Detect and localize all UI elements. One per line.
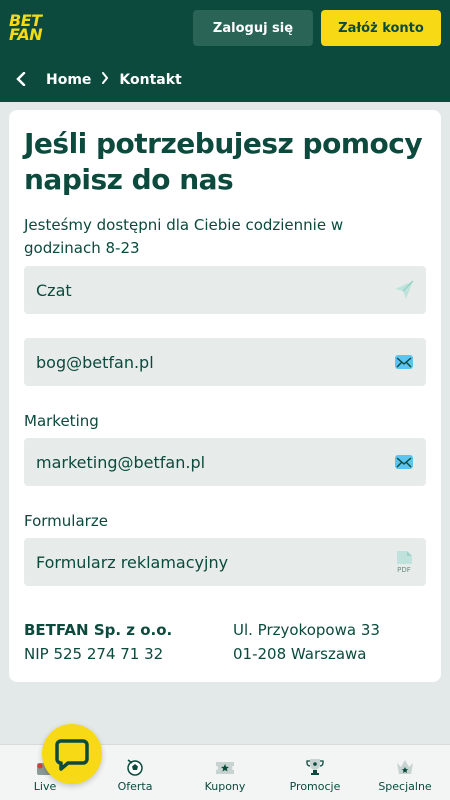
ticket-icon	[215, 757, 235, 777]
breadcrumb-separator-icon	[101, 72, 109, 88]
ball-icon	[125, 757, 145, 777]
trophy-icon	[305, 757, 325, 777]
nav-label: Specjalne	[378, 780, 432, 793]
breadcrumb: Home Kontakt	[0, 58, 450, 102]
nav-item-specjalne[interactable]: Specjalne	[360, 745, 450, 800]
pdf-badge-text: PDF	[397, 566, 411, 574]
chat-bubble-icon	[55, 739, 89, 771]
address-street: Ul. Przyokopowa 33	[233, 621, 380, 639]
email-field[interactable]: bog@betfan.pl	[24, 338, 426, 386]
marketing-email-value: marketing@betfan.pl	[36, 452, 206, 472]
register-button[interactable]: Załóż konto	[321, 10, 441, 46]
company-address: Ul. Przyokopowa 33 01-208 Warszawa	[233, 618, 380, 666]
back-chevron-icon[interactable]	[16, 71, 36, 90]
forms-label: Formularze	[24, 512, 108, 530]
email-value: bog@betfan.pl	[36, 352, 154, 372]
breadcrumb-current: Kontakt	[119, 72, 182, 88]
login-button[interactable]: Zaloguj się	[193, 10, 313, 46]
top-bar: BET FAN Zaloguj się Załóż konto	[0, 0, 450, 58]
contact-card: Jeśli potrzebujesz pomocy napisz do nas …	[9, 110, 441, 682]
chat-support-button[interactable]	[42, 724, 102, 784]
mail-icon	[394, 452, 414, 472]
chat-field[interactable]: Czat	[24, 266, 426, 314]
nav-item-promocje[interactable]: Promocje	[270, 745, 360, 800]
complaint-form-field[interactable]: Formularz reklamacyjny PDF	[24, 538, 426, 586]
nav-item-oferta[interactable]: Oferta	[90, 745, 180, 800]
company-name: BETFAN Sp. z o.o.	[24, 621, 173, 639]
nav-label: Oferta	[117, 780, 153, 793]
complaint-form-label: Formularz reklamacyjny	[36, 552, 229, 572]
nav-label: Promocje	[289, 780, 341, 793]
nav-label: Kupony	[204, 780, 246, 793]
marketing-email-field[interactable]: marketing@betfan.pl	[24, 438, 426, 486]
logo-line-2: FAN	[9, 25, 43, 44]
breadcrumb-home-link[interactable]: Home	[46, 72, 91, 88]
chat-label: Czat	[36, 280, 72, 300]
company-nip: NIP 525 274 71 32	[24, 645, 164, 663]
company-info: BETFAN Sp. z o.o. NIP 525 274 71 32	[24, 618, 172, 666]
betfan-logo[interactable]: BET FAN	[9, 13, 51, 46]
pdf-icon: PDF	[394, 550, 414, 574]
marketing-label: Marketing	[24, 412, 99, 430]
mail-icon	[394, 352, 414, 372]
send-icon	[394, 280, 414, 300]
nav-item-kupony[interactable]: Kupony	[180, 745, 270, 800]
crown-icon	[395, 757, 415, 777]
page-title: Jeśli potrzebujesz pomocy napisz do nas	[24, 127, 423, 196]
address-city: 01-208 Warszawa	[233, 645, 367, 663]
availability-text: Jesteśmy dostępni dla Ciebie codziennie …	[24, 216, 344, 257]
